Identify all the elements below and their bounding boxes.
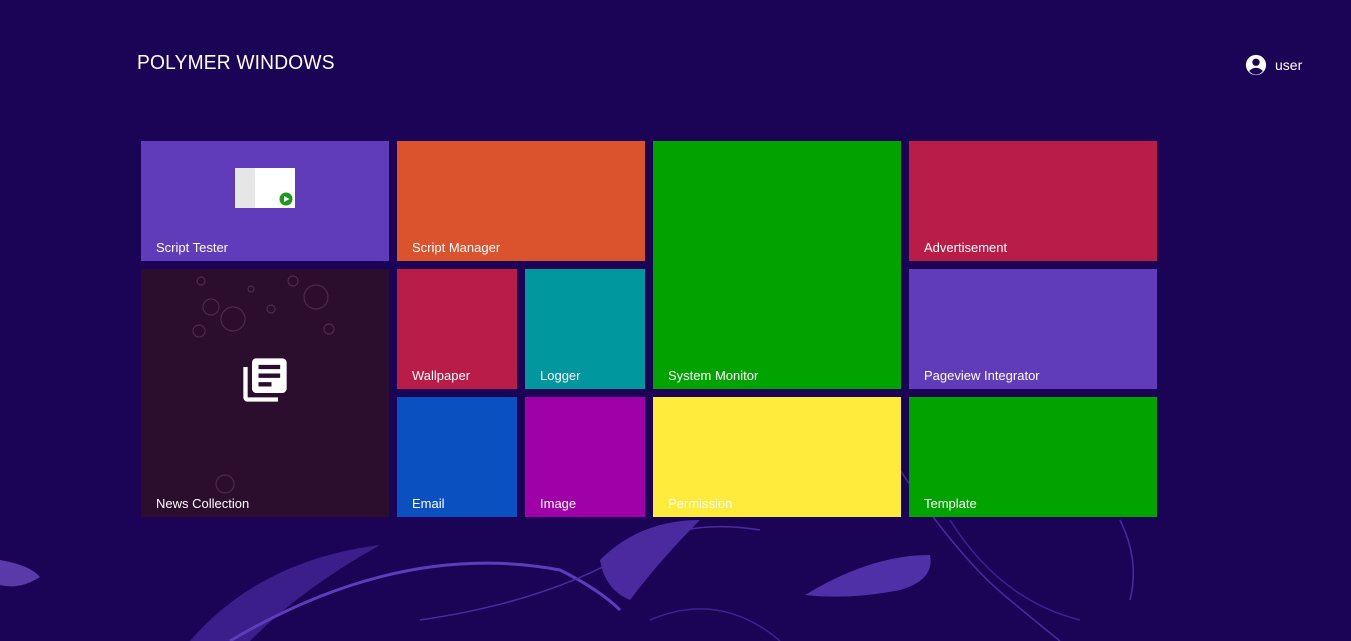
library-books-icon (243, 358, 287, 402)
tile-label: Script Tester (156, 240, 229, 255)
tile-news-collection[interactable]: News Collection (141, 269, 389, 517)
tile-label: Permission (668, 496, 733, 511)
tile-email[interactable]: Email (397, 397, 517, 517)
tile-label: Email (412, 496, 445, 511)
tile-template[interactable]: Template (909, 397, 1157, 517)
tile-label: Pageview Integrator (924, 368, 1040, 383)
account-circle-icon (1245, 54, 1267, 76)
script-preview-icon (235, 168, 295, 208)
tile-label: Template (924, 496, 977, 511)
tile-label: System Monitor (668, 368, 759, 383)
tile-wallpaper[interactable]: Wallpaper (397, 269, 517, 389)
tile-script-manager[interactable]: Script Manager (397, 141, 645, 261)
tile-system-monitor[interactable]: System Monitor (653, 141, 901, 389)
tile-label: Wallpaper (412, 368, 471, 383)
tile-pageview-integrator[interactable]: Pageview Integrator (909, 269, 1157, 389)
user-name: user (1275, 57, 1303, 73)
tile-advertisement[interactable]: Advertisement (909, 141, 1157, 261)
tile-label: News Collection (156, 496, 250, 511)
tile-permission[interactable]: Permission (653, 397, 901, 517)
tile-label: Script Manager (412, 240, 501, 255)
tile-label: Logger (540, 368, 581, 383)
tile-script-tester[interactable]: Script Tester (141, 141, 389, 261)
tile-logger[interactable]: Logger (525, 269, 645, 389)
tile-image[interactable]: Image (525, 397, 645, 517)
user-menu[interactable]: user (1245, 53, 1302, 77)
app-title: POLYMER WINDOWS (137, 52, 335, 74)
tile-label: Image (540, 496, 577, 511)
tile-label: Advertisement (924, 240, 1008, 255)
